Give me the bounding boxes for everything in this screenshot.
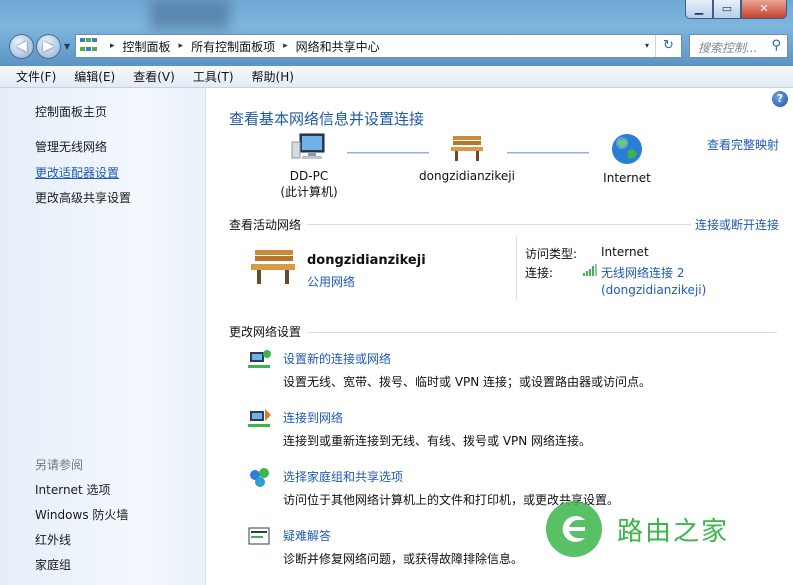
connect-network-icon: [248, 409, 271, 427]
close-button[interactable]: ✕: [741, 0, 787, 19]
section-divider: [307, 332, 777, 333]
window-controls: ▁ ▭ ✕: [685, 0, 787, 19]
active-networks-heading: 查看活动网络: [229, 218, 302, 232]
breadcrumb-separator[interactable]: ▸: [179, 41, 184, 51]
map-connector: [507, 152, 589, 154]
menu-view[interactable]: 查看(V): [124, 68, 184, 85]
map-node-internet[interactable]: Internet: [592, 132, 662, 186]
sidebar-item-advanced-sharing[interactable]: 更改高级共享设置: [35, 189, 131, 206]
wireless-connection-ssid[interactable]: (dongzidianzikeji): [601, 283, 706, 297]
breadcrumb-separator[interactable]: ▸: [110, 41, 115, 51]
sidebar: 控制面板主页 管理无线网络 更改适配器设置 更改高级共享设置 另请参阅 Inte…: [0, 88, 206, 585]
section-divider: [307, 224, 691, 225]
back-button[interactable]: ◀: [9, 34, 34, 59]
breadcrumb-all-items[interactable]: 所有控制面板项: [191, 38, 275, 55]
sidebar-item-internet-options[interactable]: Internet 选项: [35, 481, 110, 498]
watermark-text: 路由之家: [617, 516, 730, 547]
minimize-button[interactable]: ▁: [685, 0, 713, 19]
troubleshoot-icon: [248, 527, 270, 545]
breadcrumb: ▸ 控制面板 ▸ 所有控制面板项 ▸ 网络和共享中心: [102, 38, 380, 55]
sidebar-item-adapter-settings[interactable]: 更改适配器设置: [35, 164, 119, 181]
menu-file[interactable]: 文件(F): [7, 68, 65, 85]
network-map-label: dongzidianzikeji: [419, 169, 515, 183]
globe-icon: [612, 134, 642, 164]
sidebar-item-infrared[interactable]: 红外线: [35, 531, 71, 548]
menu-bar: 文件(F) 编辑(E) 查看(V) 工具(T) 帮助(H): [0, 66, 793, 88]
page-title: 查看基本网络信息并设置连接: [229, 110, 425, 128]
menu-edit[interactable]: 编辑(E): [65, 68, 124, 85]
access-type-value: Internet: [601, 245, 649, 259]
new-connection-icon: [248, 350, 271, 368]
breadcrumb-separator[interactable]: ▸: [283, 41, 288, 51]
control-panel-icon: [80, 38, 98, 54]
wireless-connection-link[interactable]: 无线网络连接 2: [601, 264, 684, 281]
watermark-logo: 路由之家: [545, 500, 729, 558]
search-icon[interactable]: ⚲: [771, 38, 781, 53]
connection-label: 连接:: [525, 266, 554, 280]
sidebar-item-manage-wireless[interactable]: 管理无线网络: [35, 138, 107, 155]
bench-icon: [451, 136, 483, 161]
search-input[interactable]: 搜索控制... ⚲: [689, 34, 788, 58]
connect-disconnect-link[interactable]: 连接或断开连接: [695, 216, 779, 233]
help-icon[interactable]: ?: [772, 91, 788, 107]
address-dropdown[interactable]: ▾: [645, 41, 649, 50]
menu-help[interactable]: 帮助(H): [243, 68, 303, 85]
map-node-network[interactable]: dongzidianzikeji: [417, 132, 517, 184]
task-troubleshoot[interactable]: 疑难解答: [283, 527, 331, 544]
task-homegroup-sharing[interactable]: 选择家庭组和共享选项: [283, 468, 403, 485]
access-type-label: 访问类型:: [525, 247, 578, 261]
address-bar[interactable]: ▸ 控制面板 ▸ 所有控制面板项 ▸ 网络和共享中心 ▾ ↻: [75, 34, 682, 58]
recent-pages-dropdown[interactable]: ▼: [64, 42, 70, 51]
breadcrumb-control-panel[interactable]: 控制面板: [123, 38, 171, 55]
task-new-connection[interactable]: 设置新的连接或网络: [283, 350, 391, 367]
maximize-button[interactable]: ▭: [713, 0, 741, 19]
network-type-link[interactable]: 公用网络: [307, 273, 355, 290]
vertical-divider: [516, 236, 517, 300]
sidebar-item-control-panel-home[interactable]: 控制面板主页: [35, 103, 107, 120]
sidebar-item-firewall[interactable]: Windows 防火墙: [35, 506, 128, 523]
change-settings-heading: 更改网络设置: [229, 325, 302, 339]
task-connect-network[interactable]: 连接到网络: [283, 409, 343, 426]
map-node-pc[interactable]: DD-PC (此计算机): [277, 132, 341, 200]
task-troubleshoot-desc: 诊断并修复网络问题，或获得故障排除信息。: [283, 552, 524, 566]
active-network-name: dongzidianzikeji: [307, 253, 426, 268]
bench-icon: [251, 250, 295, 284]
homegroup-icon: [250, 468, 269, 487]
internet-label: Internet: [603, 171, 651, 185]
refresh-button[interactable]: ↻: [655, 35, 681, 57]
menu-tools[interactable]: 工具(T): [184, 68, 243, 85]
titlebar-blur: [150, 0, 230, 30]
signal-strength-icon: [583, 264, 597, 276]
forward-button[interactable]: ▶: [36, 34, 61, 59]
pc-name: DD-PC: [289, 169, 329, 183]
pc-sub: (此计算机): [280, 185, 338, 199]
router-home-logo-icon: [546, 501, 602, 557]
task-connect-network-desc: 连接到或重新连接到无线、有线、拨号或 VPN 网络连接。: [283, 434, 592, 448]
view-full-map-link[interactable]: 查看完整映射: [707, 136, 779, 153]
breadcrumb-network-center[interactable]: 网络和共享中心: [296, 38, 380, 55]
search-placeholder: 搜索控制...: [698, 41, 758, 55]
sidebar-item-homegroup[interactable]: 家庭组: [35, 556, 71, 573]
see-also-heading: 另请参阅: [35, 458, 84, 472]
task-new-connection-desc: 设置无线、宽带、拨号、临时或 VPN 连接；或设置路由器或访问点。: [283, 375, 652, 389]
computer-icon: [291, 133, 325, 159]
